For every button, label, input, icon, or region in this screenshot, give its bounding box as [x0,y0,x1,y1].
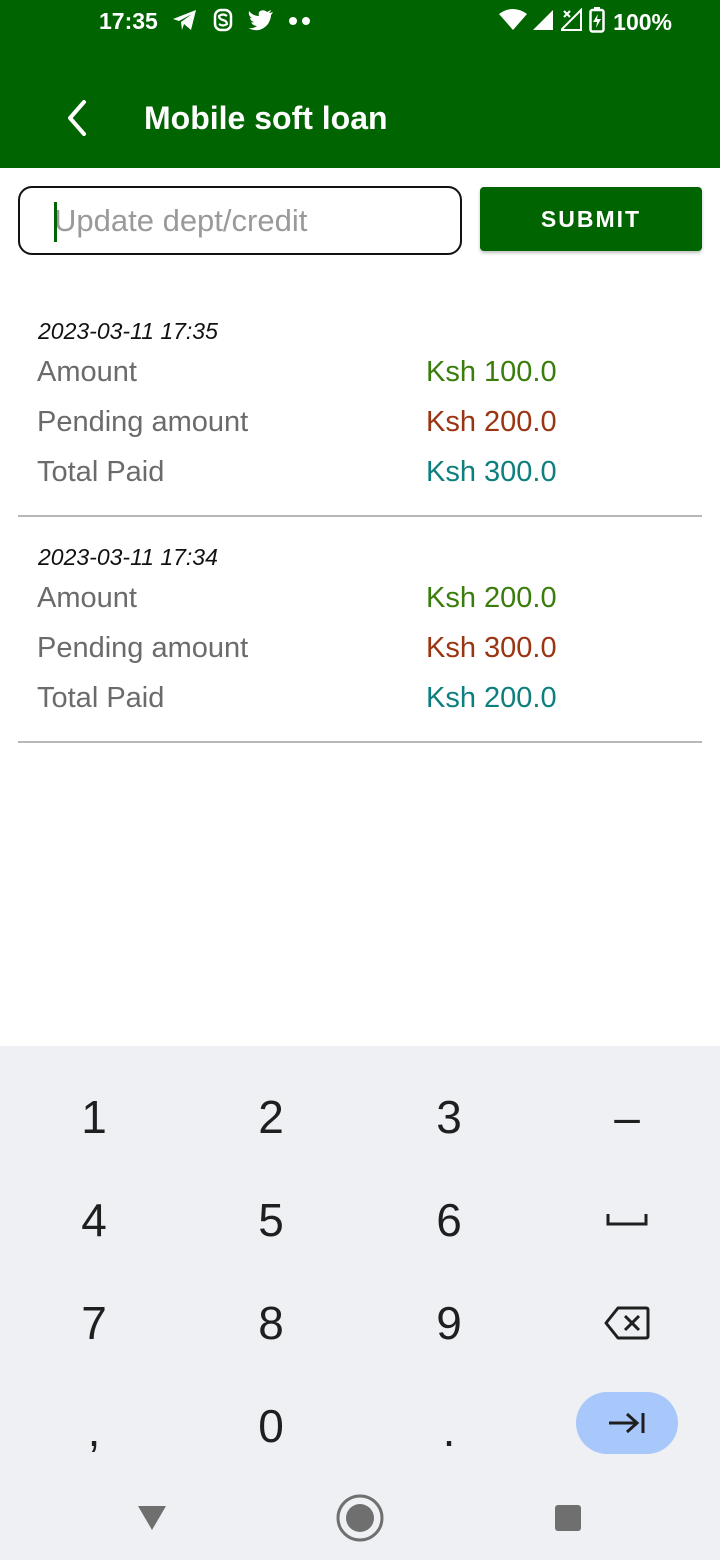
record-divider [18,741,702,743]
wifi-icon [499,8,528,37]
app-s-icon [212,8,234,37]
key-6[interactable]: 6 [369,1175,529,1265]
pending-amount-label: Pending amount [37,406,249,438]
key-enter[interactable] [576,1392,678,1454]
pending-amount-value: Ksh 200.0 [426,406,557,438]
status-bar: 17:35 100% [0,0,720,44]
key-period[interactable]: . [369,1381,529,1471]
debt-credit-input-container[interactable] [18,186,462,255]
debt-credit-input[interactable] [54,188,450,253]
key-9[interactable]: 9 [369,1278,529,1368]
record-row-amount: Amount Ksh 200.0 [0,582,720,628]
pending-amount-value: Ksh 300.0 [426,632,557,664]
submit-button[interactable]: SUBMIT [480,187,702,251]
key-1[interactable]: 1 [14,1072,174,1162]
total-paid-value: Ksh 300.0 [426,456,557,488]
loan-record: 2023-03-11 17:34 Amount Ksh 200.0 Pendin… [0,516,720,743]
key-3[interactable]: 3 [369,1072,529,1162]
recents-square-icon [555,1505,581,1531]
amount-label: Amount [37,582,137,614]
record-row-total-paid: Total Paid Ksh 300.0 [0,456,720,502]
twitter-icon [248,9,274,36]
key-backspace[interactable] [547,1278,707,1368]
system-icons: 100% [499,6,672,38]
total-paid-value: Ksh 200.0 [426,682,557,714]
key-5[interactable]: 5 [191,1175,351,1265]
app-bar: 17:35 100% Mobile soft loan [0,0,720,168]
telegram-icon [172,8,198,37]
nav-home-button[interactable] [320,1480,400,1556]
key-0[interactable]: 0 [191,1381,351,1471]
enter-tab-icon [609,1412,645,1434]
key-comma[interactable]: , [14,1381,174,1471]
more-dots-icon [288,13,312,31]
key-7[interactable]: 7 [14,1278,174,1368]
key-space[interactable] [547,1175,707,1265]
record-row-pending: Pending amount Ksh 300.0 [0,632,720,678]
screen: 17:35 100% Mobile soft loan Update dept/… [0,0,720,1560]
back-triangle-icon [138,1506,166,1530]
space-icon [606,1214,648,1226]
loan-record: 2023-03-11 17:35 Amount Ksh 100.0 Pendin… [0,290,720,517]
key-minus[interactable]: – [547,1072,707,1162]
status-time: 17:35 [99,8,158,34]
nav-recents-button[interactable] [528,1480,608,1556]
notification-icons [172,8,312,36]
battery-charging-icon [589,6,605,38]
record-date: 2023-03-11 17:34 [38,544,218,570]
record-row-total-paid: Total Paid Ksh 200.0 [0,682,720,728]
nav-back-button[interactable] [112,1480,192,1556]
key-4[interactable]: 4 [14,1175,174,1265]
total-paid-label: Total Paid [37,456,165,488]
amount-value: Ksh 100.0 [426,356,557,388]
back-arrow-icon [68,100,86,136]
back-button[interactable] [56,96,96,140]
record-row-amount: Amount Ksh 100.0 [0,356,720,402]
navigation-bar [0,1480,720,1560]
record-row-pending: Pending amount Ksh 200.0 [0,406,720,452]
total-paid-label: Total Paid [37,682,165,714]
signal-icon [533,8,555,37]
home-circle-icon [336,1494,384,1542]
backspace-icon [604,1306,650,1340]
key-2[interactable]: 2 [191,1072,351,1162]
key-8[interactable]: 8 [191,1278,351,1368]
record-date: 2023-03-11 17:35 [38,318,218,344]
text-cursor [54,202,57,242]
amount-value: Ksh 200.0 [426,582,557,614]
page-title: Mobile soft loan [144,100,388,136]
amount-label: Amount [37,356,137,388]
pending-amount-label: Pending amount [37,632,249,664]
battery-level: 100% [613,8,672,35]
signal-no-data-icon [558,7,583,37]
